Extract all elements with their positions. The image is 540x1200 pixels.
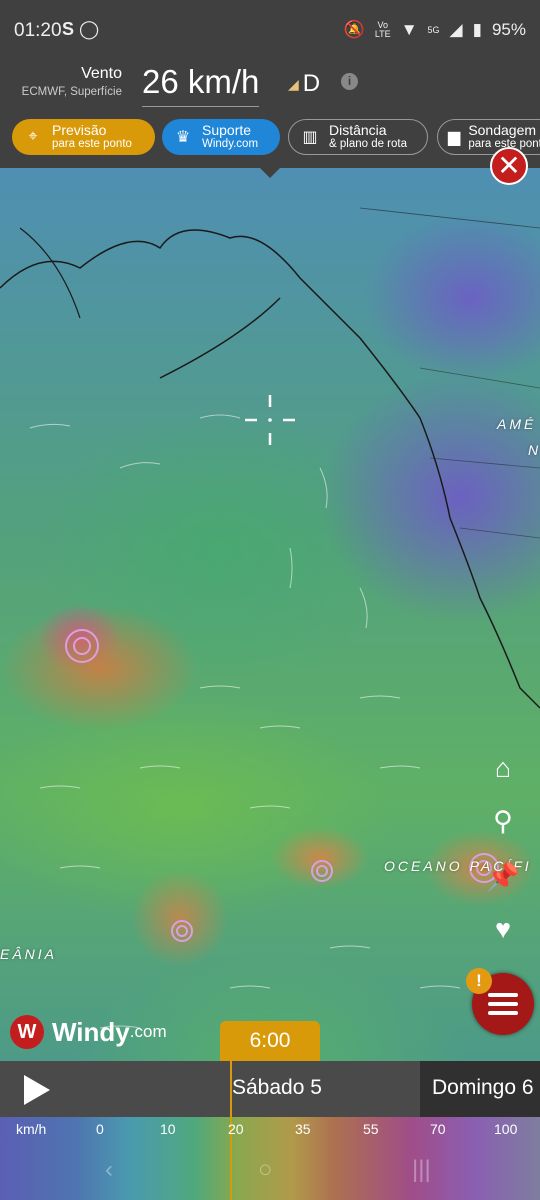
battery-percent: 95% — [491, 20, 526, 39]
day-label-saturday[interactable]: Sábado 5 — [232, 1076, 322, 1100]
map-overlay — [0, 207, 540, 1029]
scale-tick: 10 — [160, 1121, 176, 1137]
menu-bar — [488, 1002, 518, 1006]
status-time: 01:20 — [14, 20, 62, 41]
scale-tick: 70 — [430, 1121, 446, 1137]
play-button[interactable] — [24, 1075, 50, 1105]
notification-icons: S ◯ — [62, 19, 100, 39]
pin-icon[interactable]: 📌 — [486, 860, 520, 894]
heart-icon[interactable]: ♥ — [486, 912, 520, 946]
chip-sublabel: Windy.com — [202, 138, 259, 150]
direction-arrow-icon: ◢ — [288, 76, 299, 93]
crown-icon: ♛ — [175, 129, 191, 146]
search-icon[interactable]: ⚲ — [486, 804, 520, 838]
5g-icon: 5G — [427, 24, 440, 35]
bar-chart-icon: ▆ — [448, 129, 461, 146]
layer-header: Vento ECMWF, Superfície 26 km/h ◢ D i — [0, 60, 540, 110]
signal-icon: ◢ — [449, 20, 463, 39]
map-label-america-2: N — [528, 442, 540, 458]
layer-title[interactable]: Vento — [81, 65, 122, 83]
sounding-chip[interactable]: ▆ Sondagempara este ponto — [437, 119, 540, 155]
crosshair-icon — [245, 395, 295, 445]
day-label-sunday[interactable]: Domingo 6 — [432, 1076, 534, 1100]
wind-direction: ◢ D — [288, 70, 320, 98]
forecast-chip[interactable]: ⌖ Previsão para este ponto — [12, 119, 155, 155]
status-right: 🔕 Vo LTE ▼ 5G ◢ ▮ 95% — [344, 20, 526, 40]
logo-name: Windy — [52, 1016, 130, 1047]
map-label-america: AMÉ — [497, 416, 537, 432]
alert-badge-icon: ! — [466, 968, 492, 994]
scale-tick: 35 — [295, 1121, 311, 1137]
distance-chip[interactable]: ▥ Distância & plano de rota — [288, 119, 428, 155]
battery-icon: ▮ — [472, 20, 482, 39]
info-icon[interactable]: i — [341, 73, 358, 90]
close-button[interactable]: ✕ — [490, 147, 528, 185]
menu-bar — [488, 993, 518, 997]
chip-label: Suporte — [202, 122, 252, 138]
recents-icon[interactable]: ||| — [412, 1156, 431, 1184]
chip-sublabel: & plano de rota — [329, 138, 408, 150]
timeline[interactable]: Sábado 5 Domingo 6 — [0, 1061, 540, 1117]
model-subtitle[interactable]: ECMWF, Superfície — [22, 86, 122, 98]
volte-icon: Vo LTE — [374, 20, 391, 39]
system-nav-bar: ‹ ○ ||| — [0, 1150, 540, 1200]
chip-label: Previsão — [52, 122, 107, 138]
action-chips: ⌖ Previsão para este ponto ♛ Suporte Windy… — [0, 110, 540, 168]
home-nav-icon[interactable]: ○ — [258, 1156, 273, 1184]
back-icon[interactable]: ‹ — [105, 1156, 113, 1184]
scale-tick: 20 — [228, 1121, 244, 1137]
chip-sublabel: para este ponto — [52, 138, 132, 150]
mute-icon: 🔕 — [343, 20, 365, 39]
wifi-icon: ▼ — [400, 20, 418, 39]
home-icon[interactable]: ⌂ — [486, 751, 520, 785]
ruler-icon: ▥ — [302, 129, 318, 146]
wind-map[interactable]: AMÉ N OCEANO PACÍFI EÂNIA — [0, 168, 540, 1061]
scale-tick: 55 — [363, 1121, 379, 1137]
windy-logo-icon: W — [10, 1015, 44, 1049]
status-bar: 01:20 S ◯ 🔕 Vo LTE ▼ 5G ◢ ▮ 95% — [0, 0, 540, 60]
support-chip[interactable]: ♛ Suporte Windy.com — [162, 119, 280, 155]
windy-logo[interactable]: W Windy .com — [10, 1014, 167, 1050]
time-bubble[interactable]: 6:00 — [220, 1021, 320, 1061]
scale-tick: 100 — [494, 1121, 518, 1137]
chip-label: Sondagem — [468, 122, 537, 138]
map-label-oceania: EÂNIA — [0, 946, 58, 962]
scale-unit: km/h — [16, 1121, 47, 1137]
logo-tld: .com — [129, 1022, 167, 1041]
wind-speed-value[interactable]: 26 km/h — [142, 60, 260, 107]
chip-pointer — [260, 168, 280, 178]
menu-bar — [488, 1011, 518, 1015]
scale-tick: 0 — [96, 1121, 104, 1137]
direction-label: D — [302, 70, 321, 97]
target-icon: ⌖ — [28, 128, 38, 145]
chip-label: Distância — [329, 122, 387, 138]
